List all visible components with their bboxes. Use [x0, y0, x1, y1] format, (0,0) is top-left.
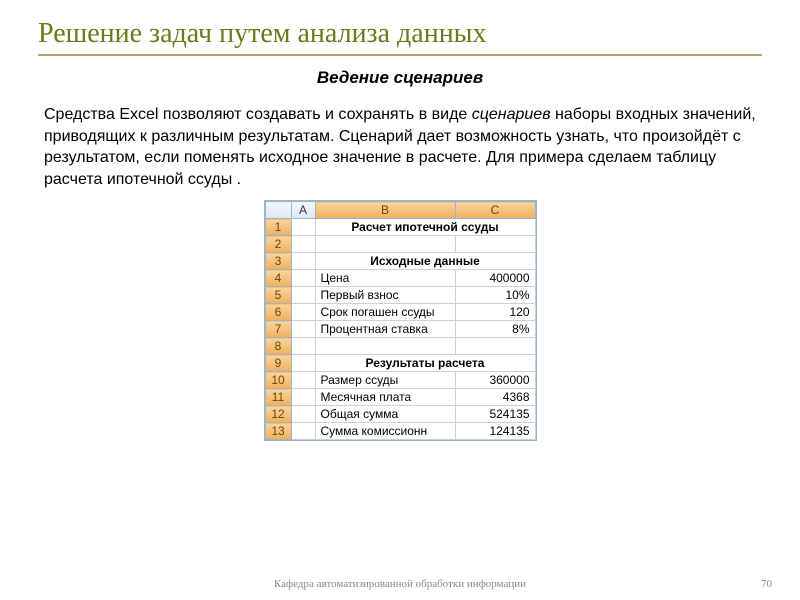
cell [291, 406, 315, 423]
row-12: 12 Общая сумма 524135 [265, 406, 535, 423]
cell [315, 338, 455, 355]
cell-label: Общая сумма [315, 406, 455, 423]
row-header: 4 [265, 270, 291, 287]
column-header-row: A B C [265, 202, 535, 219]
row-7: 7 Процентная ставка 8% [265, 321, 535, 338]
cell [291, 270, 315, 287]
col-header-C: C [455, 202, 535, 219]
cell [455, 236, 535, 253]
cell-label: Размер ссуды [315, 372, 455, 389]
cell-label: Процентная ставка [315, 321, 455, 338]
row-3: 3 Исходные данные [265, 253, 535, 270]
row-header: 2 [265, 236, 291, 253]
cell-label: Срок погашен ссуды [315, 304, 455, 321]
cell [291, 304, 315, 321]
body-paragraph: Средства Excel позволяют создавать и сох… [44, 104, 756, 190]
cell-value: 400000 [455, 270, 535, 287]
row-header: 10 [265, 372, 291, 389]
row-header: 9 [265, 355, 291, 372]
cell [291, 253, 315, 270]
cell [291, 389, 315, 406]
cell-value: 524135 [455, 406, 535, 423]
corner-cell [265, 202, 291, 219]
cell-label: Цена [315, 270, 455, 287]
cell [291, 236, 315, 253]
cell-label: Первый взнос [315, 287, 455, 304]
cell-label: Сумма комиссионн [315, 423, 455, 440]
col-header-A: A [291, 202, 315, 219]
row-header: 7 [265, 321, 291, 338]
section-header: Результаты расчета [315, 355, 535, 372]
para-em: сценариев [472, 106, 551, 123]
cell-value: 360000 [455, 372, 535, 389]
page-number: 70 [761, 578, 772, 590]
row-header: 13 [265, 423, 291, 440]
row-8: 8 [265, 338, 535, 355]
row-header: 6 [265, 304, 291, 321]
row-header: 11 [265, 389, 291, 406]
slide-title: Решение задач путем анализа данных [38, 18, 762, 50]
section-header: Исходные данные [315, 253, 535, 270]
cell-value: 10% [455, 287, 535, 304]
cell [291, 287, 315, 304]
cell-value: 8% [455, 321, 535, 338]
excel-grid: A B C 1 Расчет ипотечной ссуды 2 3 [264, 200, 537, 441]
row-1: 1 Расчет ипотечной ссуды [265, 219, 535, 236]
row-5: 5 Первый взнос 10% [265, 287, 535, 304]
cell [291, 372, 315, 389]
row-header: 1 [265, 219, 291, 236]
row-11: 11 Месячная плата 4368 [265, 389, 535, 406]
cell-value: 124135 [455, 423, 535, 440]
slide: Решение задач путем анализа данных Веден… [0, 0, 800, 600]
para-pre: Средства Excel позволяют создавать и сох… [44, 106, 472, 123]
cell [291, 355, 315, 372]
row-2: 2 [265, 236, 535, 253]
row-10: 10 Размер ссуды 360000 [265, 372, 535, 389]
row-9: 9 Результаты расчета [265, 355, 535, 372]
row-header: 5 [265, 287, 291, 304]
row-header: 12 [265, 406, 291, 423]
cell-value: 4368 [455, 389, 535, 406]
cell [315, 236, 455, 253]
cell [291, 338, 315, 355]
cell [455, 338, 535, 355]
cell [291, 423, 315, 440]
row-header: 3 [265, 253, 291, 270]
row-6: 6 Срок погашен ссуды 120 [265, 304, 535, 321]
cell [291, 321, 315, 338]
col-header-B: B [315, 202, 455, 219]
footer-text: Кафедра автоматизированной обработки инф… [0, 578, 800, 590]
cell-title: Расчет ипотечной ссуды [315, 219, 535, 236]
row-4: 4 Цена 400000 [265, 270, 535, 287]
row-13: 13 Сумма комиссионн 124135 [265, 423, 535, 440]
cell-A1 [291, 219, 315, 236]
cell-label: Месячная плата [315, 389, 455, 406]
title-underline [38, 54, 762, 56]
excel-screenshot: A B C 1 Расчет ипотечной ссуды 2 3 [38, 200, 762, 441]
slide-subtitle: Ведение сценариев [38, 68, 762, 88]
cell-value: 120 [455, 304, 535, 321]
row-header: 8 [265, 338, 291, 355]
